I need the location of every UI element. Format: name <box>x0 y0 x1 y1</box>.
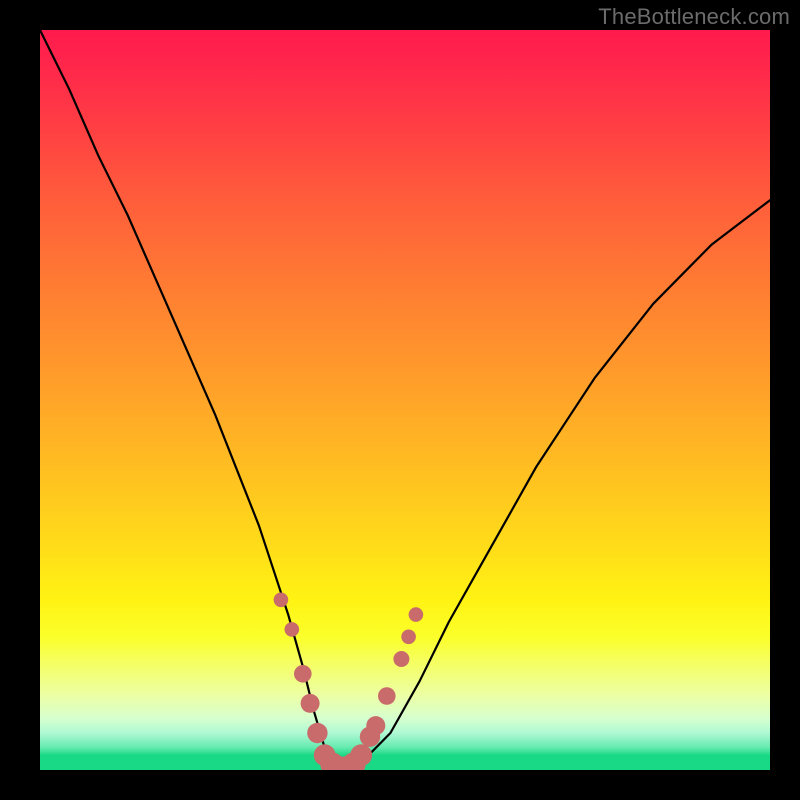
curve-marker <box>401 630 416 645</box>
curve-marker <box>366 716 385 735</box>
curve-marker <box>294 665 312 683</box>
watermark-text: TheBottleneck.com <box>598 4 790 30</box>
plot-area <box>40 30 770 770</box>
chart-frame: TheBottleneck.com <box>0 0 800 800</box>
curve-markers <box>274 593 424 771</box>
curve-marker <box>393 651 409 667</box>
curve-marker <box>285 622 300 637</box>
curve-marker <box>378 687 396 705</box>
curve-marker <box>274 593 289 608</box>
curve-marker <box>350 744 372 766</box>
curve-layer <box>40 30 770 770</box>
curve-marker <box>409 607 424 622</box>
curve-marker <box>307 723 327 743</box>
curve-marker <box>301 694 320 713</box>
